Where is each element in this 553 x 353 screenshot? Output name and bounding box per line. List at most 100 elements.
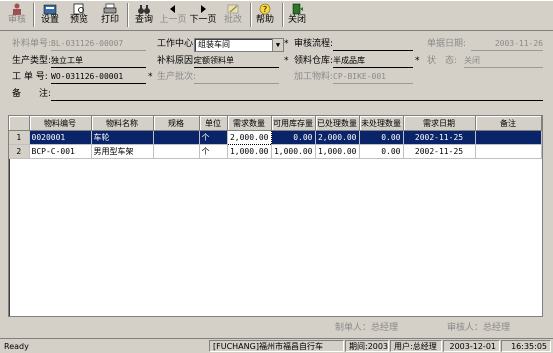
demand-date-cell[interactable]: 2002-11-25 [403, 130, 476, 145]
preview-button[interactable]: 预览 [66, 1, 92, 29]
doc-date-field[interactable]: 2003-11-26 [471, 38, 543, 51]
spec-cell[interactable] [153, 144, 200, 159]
toolbar: 审核 设置 预览 打印 查询 上一页 下一页 批改 ? 帮助 关闭 [0, 0, 553, 31]
demand-qty-cell[interactable]: 2,000.00 [226, 130, 272, 145]
prev-page-button[interactable]: 上一页 [159, 1, 187, 29]
settings-button[interactable]: 设置 [38, 1, 62, 29]
col-header-unprocessed-qty[interactable]: 未处理数量 [359, 116, 404, 131]
approval-flow-label: 审核流程: [294, 39, 334, 49]
processed-qty-cell[interactable]: 2,000.00 [315, 130, 360, 145]
status-ready: Ready [4, 342, 29, 351]
material-table: 物料编号 物料名称 规格 单位 需求数量 可用库存量 已处理数量 未处理数量 需… [9, 116, 542, 159]
table-row[interactable]: 1 0020001 车轮 个 2,000.00 0.00 2,000.00 0.… [9, 130, 542, 145]
row-number: 2 [9, 144, 30, 159]
item-name-cell[interactable]: 车轮 [91, 130, 154, 145]
prod-type-label: 生产类型: [12, 56, 52, 66]
toolbar-separator [250, 3, 252, 27]
batch-label: 生产批次: [157, 72, 197, 82]
approve-button[interactable]: 审核 [4, 1, 30, 29]
required-star: * [284, 39, 289, 49]
batch-field[interactable] [194, 71, 279, 84]
settings-label: 设置 [40, 15, 59, 25]
arrow-left-icon [170, 5, 175, 13]
table-row[interactable]: 2 BCP-C-001 男用型车架 个 1,000.00 1,000.00 1,… [9, 144, 542, 159]
demand-qty-cell[interactable]: 1,000.00 [227, 144, 272, 159]
exit-door-icon [292, 3, 303, 15]
person-icon [13, 3, 21, 15]
help-icon: ? [259, 3, 271, 15]
status-label: 状 态: [427, 56, 458, 66]
status-period: 期间:2003.12 [345, 340, 389, 352]
status-date: 2003-12-01 [443, 340, 500, 352]
demand-date-cell[interactable]: 2002-11-25 [403, 144, 476, 159]
toolbar-separator [127, 3, 129, 27]
table-header-row: 物料编号 物料名称 规格 单位 需求数量 可用库存量 已处理数量 未处理数量 需… [9, 116, 542, 131]
unit-cell[interactable]: 个 [199, 130, 228, 145]
preview-label: 预览 [69, 15, 88, 25]
col-header-demand-date[interactable]: 需求日期 [403, 116, 476, 131]
status-user: 用户:总经理 [390, 340, 442, 352]
proc-item-field[interactable]: CP-BIKE-001 [333, 71, 413, 84]
col-header-demand-qty[interactable]: 需求数量 [227, 116, 272, 131]
help-button[interactable]: ? 帮助 [254, 1, 276, 29]
available-stock-cell[interactable]: 0.00 [271, 130, 316, 145]
issue-wh-label: 领料仓库: [294, 56, 334, 66]
item-name-cell[interactable]: 男用型车架 [91, 144, 154, 159]
approval-flow-field[interactable] [333, 38, 413, 51]
supp-reason-field[interactable]: 定额领料单 [194, 55, 279, 68]
col-header-processed-qty[interactable]: 已处理数量 [315, 116, 360, 131]
supp-reason-label: 补料原因: [157, 56, 197, 66]
next-page-button[interactable]: 下一页 [189, 1, 217, 29]
prev-page-label: 上一页 [159, 15, 187, 25]
col-header-rownum [9, 116, 30, 131]
remark-field[interactable] [51, 88, 543, 101]
supp-no-field[interactable]: BL-031126-00007 [51, 38, 146, 51]
toolbar-separator [33, 3, 35, 27]
spec-cell[interactable] [153, 130, 200, 145]
remark-cell[interactable] [475, 144, 542, 159]
approver-text: 审核人：总经理 [447, 323, 511, 333]
required-star: * [148, 72, 153, 82]
col-header-item-name[interactable]: 物料名称 [91, 116, 154, 131]
col-header-available-stock[interactable]: 可用库存量 [271, 116, 316, 131]
col-header-spec[interactable]: 规格 [153, 116, 200, 131]
status-bar: Ready [FUCHANG]福州市福昌自行车 期间:2003.12 用户:总经… [0, 338, 553, 353]
col-header-unit[interactable]: 单位 [199, 116, 228, 131]
binoculars-icon [138, 5, 150, 14]
query-label: 查询 [134, 15, 153, 25]
batch-edit-button[interactable]: 批改 [220, 1, 246, 29]
print-button[interactable]: 打印 [97, 1, 123, 29]
prod-type-field[interactable]: 独立工单 [51, 55, 146, 68]
edit-icon [227, 4, 239, 14]
toolbar-separator [282, 3, 284, 27]
status-field: 关闭 [464, 55, 543, 68]
available-stock-cell[interactable]: 1,000.00 [271, 144, 316, 159]
settings-icon [43, 4, 57, 15]
unprocessed-qty-cell[interactable]: 0.00 [359, 144, 404, 159]
remark-cell[interactable] [475, 130, 542, 145]
supp-no-label: 补料单号: [12, 39, 52, 49]
approve-label: 审核 [7, 15, 26, 25]
batch-edit-label: 批改 [223, 15, 242, 25]
remark-label: 备 注: [12, 89, 52, 99]
chevron-down-icon[interactable]: ▼ [272, 39, 283, 51]
col-header-remark[interactable]: 备注 [475, 116, 542, 131]
work-center-select[interactable]: 组装车间 ▼ [194, 38, 284, 52]
material-grid[interactable]: 物料编号 物料名称 规格 单位 需求数量 可用库存量 已处理数量 未处理数量 需… [8, 115, 543, 317]
processed-qty-cell[interactable]: 1,000.00 [315, 144, 360, 159]
work-center-label: 工作中心: [157, 39, 197, 49]
svg-text:?: ? [263, 5, 267, 14]
required-star: * [415, 56, 420, 66]
proc-item-label: 加工物料: [294, 72, 334, 82]
query-button[interactable]: 查询 [132, 1, 156, 29]
item-no-cell[interactable]: BCP-C-001 [29, 144, 92, 159]
close-button[interactable]: 关闭 [286, 1, 308, 29]
col-header-item-no[interactable]: 物料编号 [29, 116, 92, 131]
item-no-cell[interactable]: 0020001 [29, 130, 92, 145]
status-time: 16:35:05 [501, 340, 551, 352]
wo-no-field[interactable]: WO-031126-00001 [51, 71, 146, 84]
unit-cell[interactable]: 个 [199, 144, 228, 159]
unprocessed-qty-cell[interactable]: 0.00 [359, 130, 404, 145]
issue-wh-field[interactable]: 半成品库 [333, 55, 413, 68]
doc-date-label: 单据日期: [427, 39, 467, 49]
